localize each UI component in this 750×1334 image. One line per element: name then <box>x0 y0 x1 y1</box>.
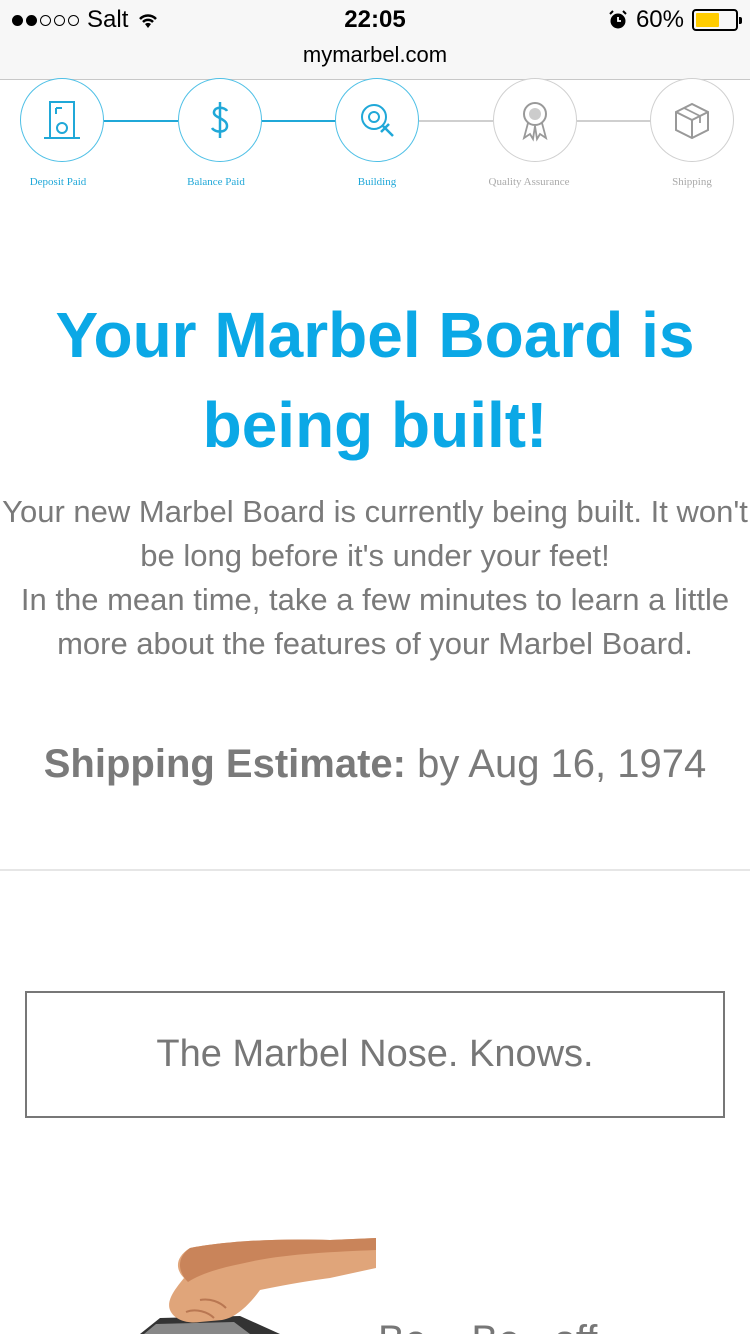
progress-connector <box>419 120 493 122</box>
intro-paragraph: In the mean time, take a few minutes to … <box>20 582 730 661</box>
step-balance-paid <box>178 78 262 162</box>
status-right: 60% <box>608 6 742 34</box>
progress-connector <box>104 120 178 122</box>
shipping-estimate-label: Shipping Estimate: <box>43 742 406 786</box>
package-box-icon <box>675 102 709 140</box>
shipping-estimate-value: by Aug 16, 1974 <box>417 742 707 786</box>
feature-heading-partial: Be... Be...off <box>378 1318 597 1334</box>
feature-button-label[interactable]: The Marbel Nose. Knows. <box>156 1033 593 1076</box>
shipping-estimate: Shipping Estimate: by Aug 16, 1974 <box>0 742 750 787</box>
step-quality-assurance <box>493 78 577 162</box>
progress-connector <box>262 120 336 122</box>
step-label-quality-assurance: Quality Assurance <box>488 176 570 188</box>
step-label-deposit-paid: Deposit Paid <box>29 176 87 188</box>
step-label-shipping: Shipping <box>672 176 712 188</box>
intro-paragraph: Your new Marbel Board is currently being… <box>2 494 748 573</box>
step-shipping <box>650 78 734 162</box>
step-label-building: Building <box>357 176 397 188</box>
battery-percent: 60% <box>635 6 684 33</box>
battery-level <box>696 13 719 27</box>
section-divider <box>0 869 750 871</box>
hand-holding-board-image <box>130 1238 376 1334</box>
award-ribbon-icon <box>522 102 548 142</box>
progress-connector <box>577 120 651 122</box>
dollar-icon <box>210 102 229 138</box>
feature-button-nose[interactable]: The Marbel Nose. Knows. <box>25 991 725 1118</box>
url-text[interactable]: mymarbel.com <box>303 42 447 67</box>
step-label-balance-paid: Balance Paid <box>187 176 245 188</box>
intro-text: Your new Marbel Board is currently being… <box>0 490 750 666</box>
step-deposit-paid <box>20 78 104 162</box>
door-icon <box>44 101 80 139</box>
page-title: Your Marbel Board is being built! <box>55 299 695 461</box>
alarm-icon <box>609 10 627 29</box>
gear-wrench-icon <box>361 104 394 137</box>
order-progress: Deposit Paid Balance Paid Building Quali… <box>0 78 750 198</box>
status-bar: Salt 22:05 60% <box>0 0 750 40</box>
url-bar[interactable]: mymarbel.com <box>0 40 750 80</box>
step-building <box>335 78 419 162</box>
battery-icon <box>692 9 742 31</box>
